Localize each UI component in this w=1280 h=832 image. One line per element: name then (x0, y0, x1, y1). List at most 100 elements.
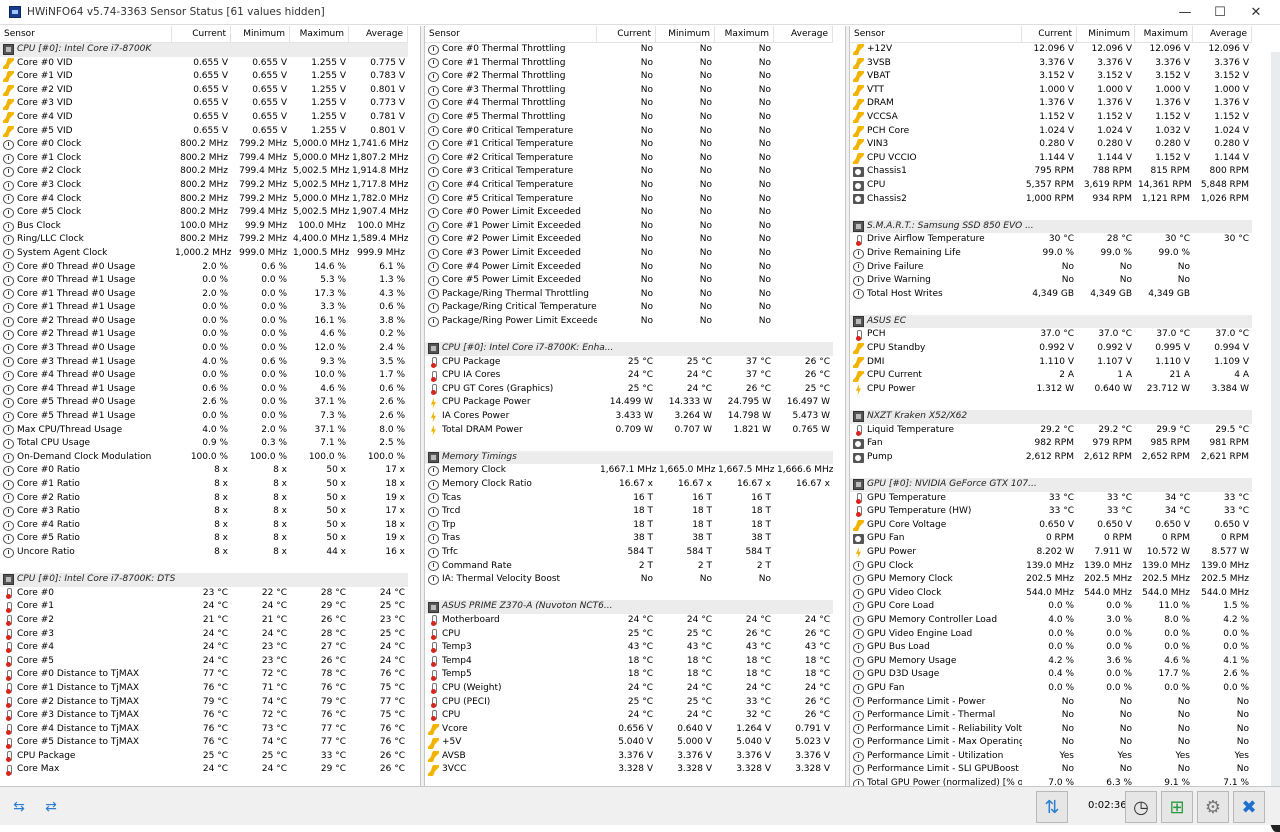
sensor-row[interactable]: Core #5 Distance to TjMAX 76 °C 74 °C 77 °C… (0, 736, 408, 750)
sensor-row[interactable]: Core #1 VID 0.655 V 0.655 V 1.255 V 0.783 V (0, 70, 408, 84)
sensor-row[interactable]: 3VSB 3.376 V 3.376 V 3.376 V 3.376 V (850, 57, 1252, 71)
sensor-row[interactable]: Performance Limit - Power No No No No (850, 696, 1252, 710)
sensor-row[interactable]: DMI 1.110 V 1.107 V 1.110 V 1.109 V (850, 356, 1252, 370)
sensor-row[interactable]: DRAM 1.376 V 1.376 V 1.376 V 1.376 V (850, 97, 1252, 111)
sensor-row[interactable]: Core #0 Ratio 8 x 8 x 50 x 17 x (0, 464, 408, 478)
sensor-row[interactable]: Uncore Ratio 8 x 8 x 44 x 16 x (0, 546, 408, 560)
sensor-row[interactable]: Core #4 Thermal Throttling No No No (425, 97, 833, 111)
sensor-row[interactable]: GPU Memory Clock 202.5 MHz 202.5 MHz 202.5 … (850, 573, 1252, 587)
sensor-row[interactable]: Core #2 Clock 800.2 MHz 799.4 MHz 5,002.5 M… (0, 165, 408, 179)
column-header-maximum[interactable]: Maximum (715, 26, 774, 43)
sensor-row[interactable]: VBAT 3.152 V 3.152 V 3.152 V 3.152 V (850, 70, 1252, 84)
sensor-row[interactable]: CPU Package 25 °C 25 °C 33 °C 26 °C (0, 750, 408, 764)
sensor-row[interactable]: Performance Limit - Utilization Yes Yes Yes… (850, 750, 1252, 764)
sensor-row[interactable]: GPU Fan 0.0 % 0.0 % 0.0 % 0.0 % (850, 682, 1252, 696)
sensor-row[interactable]: Core #4 Distance to TjMAX 76 °C 73 °C 77 °C… (0, 723, 408, 737)
sensor-row[interactable]: Package/Ring Thermal Throttling No No No (425, 288, 833, 302)
sensor-row[interactable]: Core #2 Thread #0 Usage 0.0 % 0.0 % 16.1 % 3… (0, 315, 408, 329)
sensor-row[interactable]: Core #0 Power Limit Exceeded No No No (425, 206, 833, 220)
sensor-row[interactable]: Core #2 Power Limit Exceeded No No No (425, 233, 833, 247)
sensor-row[interactable]: Core #3 Thread #0 Usage 0.0 % 0.0 % 12.0 % 2… (0, 342, 408, 356)
close-icon[interactable]: ✖ (1233, 791, 1265, 823)
sensor-row[interactable]: Core #1 24 °C 24 °C 29 °C 25 °C (0, 600, 408, 614)
sensor-row[interactable]: Trcd 18 T 18 T 18 T (425, 505, 833, 519)
sensor-row[interactable]: Core #2 Thermal Throttling No No No (425, 70, 833, 84)
sensor-row[interactable]: GPU Memory Controller Load 4.0 % 3.0 % 8.0 … (850, 614, 1252, 628)
sensor-row[interactable]: GPU Core Voltage 0.650 V 0.650 V 0.650 V 0.6… (850, 519, 1252, 533)
sensor-row[interactable]: Core #2 VID 0.655 V 0.655 V 1.255 V 0.801 V (0, 84, 408, 98)
sensor-row[interactable]: Core #5 Power Limit Exceeded No No No (425, 274, 833, 288)
sensor-group-header[interactable]: ASUS EC (850, 314, 1252, 329)
report-icon[interactable]: ⊞ (1161, 791, 1193, 823)
sensor-row[interactable]: Temp3 43 °C 43 °C 43 °C 43 °C (425, 641, 833, 655)
sensor-row[interactable]: Drive Warning No No No (850, 274, 1252, 288)
sensor-row[interactable]: GPU Memory Usage 4.2 % 3.6 % 4.6 % 4.1 % (850, 655, 1252, 669)
sensor-row[interactable]: GPU Fan 0 RPM 0 RPM 0 RPM 0 RPM (850, 532, 1252, 546)
column-header-maximum[interactable]: Maximum (290, 26, 349, 43)
sensor-row[interactable]: CPU IA Cores 24 °C 24 °C 37 °C 26 °C (425, 369, 833, 383)
sensor-row[interactable]: Core #1 Thermal Throttling No No No (425, 57, 833, 71)
sensor-row[interactable]: CPU VCCIO 1.144 V 1.144 V 1.152 V 1.144 V (850, 152, 1252, 166)
column-header-sensor[interactable]: Sensor (0, 26, 172, 43)
sensor-row[interactable]: Drive Airflow Temperature 30 °C 28 °C 30 °C… (850, 233, 1252, 247)
sensor-row[interactable]: Core #5 Thread #0 Usage 2.6 % 0.0 % 37.1 % 2… (0, 396, 408, 410)
sensor-row[interactable]: CPU (PECI) 25 °C 25 °C 33 °C 26 °C (425, 696, 833, 710)
sensor-pane-2[interactable]: Sensor Current Minimum Maximum Average Core #… (425, 26, 845, 786)
sensor-row[interactable]: Fan 982 RPM 979 RPM 985 RPM 981 RPM (850, 437, 1252, 451)
sensor-row[interactable]: Core #2 Thread #1 Usage 0.0 % 0.0 % 4.6 % 0.… (0, 328, 408, 342)
sensor-row[interactable]: Core #0 Critical Temperature No No No (425, 125, 833, 139)
sensor-row[interactable]: System Agent Clock 1,000.2 MHz 999.0 MHz 1,… (0, 247, 408, 261)
sensor-row[interactable]: Core #5 VID 0.655 V 0.655 V 1.255 V 0.801 V (0, 125, 408, 139)
sensor-row[interactable]: VTT 1.000 V 1.000 V 1.000 V 1.000 V (850, 84, 1252, 98)
column-header-current[interactable]: Current (597, 26, 656, 43)
sensor-row[interactable]: GPU Temperature (HW) 33 °C 33 °C 34 °C 33 °C (850, 505, 1252, 519)
sensor-row[interactable]: Performance Limit - SLI GPUBoost Sync No N… (850, 763, 1252, 777)
sensor-row[interactable]: CPU Current 2 A 1 A 21 A 4 A (850, 369, 1252, 383)
sensor-group-header[interactable]: ASUS PRIME Z370-A (Nuvoton NCT6... (425, 600, 833, 614)
sensor-row[interactable]: Core #5 Thread #1 Usage 0.0 % 0.0 % 7.3 % 2.… (0, 410, 408, 424)
sensor-group-header[interactable]: CPU [#0]: Intel Core i7-8700K: DTS (0, 573, 408, 587)
sensor-row[interactable]: CPU (Weight) 24 °C 24 °C 24 °C 24 °C (425, 682, 833, 696)
sensor-row[interactable]: Core #0 Thread #1 Usage 0.0 % 0.0 % 5.3 % 1.… (0, 274, 408, 288)
sensor-row[interactable]: CPU GT Cores (Graphics) 25 °C 24 °C 26 °C 25… (425, 383, 833, 397)
sensor-row[interactable]: Trfc 584 T 584 T 584 T (425, 546, 833, 560)
sensor-row[interactable]: Memory Clock 1,667.1 MHz 1,665.0 MHz 1,667.… (425, 464, 833, 478)
sensor-row[interactable]: CPU 24 °C 24 °C 32 °C 26 °C (425, 709, 833, 723)
sensor-group-header[interactable]: NXZT Kraken X52/X62 (850, 410, 1252, 424)
sensor-row[interactable]: Core #1 Ratio 8 x 8 x 50 x 18 x (0, 478, 408, 492)
sensor-row[interactable]: IA: Thermal Velocity Boost No No No (425, 573, 833, 587)
column-header-minimum[interactable]: Minimum (656, 26, 715, 43)
sensor-row[interactable]: Core #5 Critical Temperature No No No (425, 193, 833, 207)
sensor-row[interactable]: Core #1 Distance to TjMAX 76 °C 71 °C 76 °C… (0, 682, 408, 696)
settings-icon[interactable]: ⚙ (1197, 791, 1229, 823)
sensor-row[interactable]: Drive Failure No No No (850, 261, 1252, 275)
sensor-row[interactable]: Tras 38 T 38 T 38 T (425, 532, 833, 546)
sensor-row[interactable]: Total DRAM Power 0.709 W 0.707 W 1.821 W 0.7… (425, 424, 833, 438)
sensor-row[interactable]: Trp 18 T 18 T 18 T (425, 519, 833, 533)
sensor-row[interactable]: Core #1 Thread #0 Usage 2.0 % 0.0 % 17.3 % 4… (0, 288, 408, 302)
sensor-row[interactable]: GPU Video Engine Load 0.0 % 0.0 % 0.0 % 0.0 … (850, 628, 1252, 642)
sensor-row[interactable]: Motherboard 24 °C 24 °C 24 °C 24 °C (425, 614, 833, 628)
sensor-row[interactable]: Vcore 0.656 V 0.640 V 1.264 V 0.791 V (425, 723, 833, 737)
sensor-row[interactable]: Performance Limit - Thermal No No No No (850, 709, 1252, 723)
sensor-pane-3[interactable]: Sensor Current Minimum Maximum Average +12V 12… (850, 26, 1271, 786)
sensor-row[interactable]: CPU Package Power 14.499 W 14.333 W 24.795 … (425, 396, 833, 410)
sensor-row[interactable]: Core #4 Thread #0 Usage 0.0 % 0.0 % 10.0 % 1… (0, 369, 408, 383)
column-header-maximum[interactable]: Maximum (1135, 26, 1193, 43)
sensor-row[interactable]: Core #1 Power Limit Exceeded No No No (425, 220, 833, 234)
sensor-row[interactable]: GPU Temperature 33 °C 33 °C 34 °C 33 °C (850, 492, 1252, 506)
sensor-row[interactable]: Core #4 Critical Temperature No No No (425, 179, 833, 193)
sensor-row[interactable]: Core #3 VID 0.655 V 0.655 V 1.255 V 0.773 V (0, 97, 408, 111)
nav-left-button[interactable]: ⇆ (4, 796, 34, 818)
sensor-row[interactable]: GPU Core Load 0.0 % 0.0 % 11.0 % 1.5 % (850, 600, 1252, 614)
sensor-row[interactable]: Chassis1 795 RPM 788 RPM 815 RPM 800 RPM (850, 165, 1252, 179)
sensor-row[interactable]: Core #3 Distance to TjMAX 76 °C 72 °C 76 °C… (0, 709, 408, 723)
sensor-row[interactable]: Temp5 18 °C 18 °C 18 °C 18 °C (425, 668, 833, 682)
sensor-row[interactable]: Core Max 24 °C 24 °C 29 °C 26 °C (0, 763, 408, 777)
nav-right-button[interactable]: ⇄ (36, 796, 66, 818)
sensor-pane-1[interactable]: Sensor Current Minimum Maximum Average CPU [#… (0, 26, 420, 786)
sensor-row[interactable]: CPU Standby 0.992 V 0.992 V 0.995 V 0.994 V (850, 342, 1252, 356)
sensor-row[interactable]: Core #3 Ratio 8 x 8 x 50 x 17 x (0, 505, 408, 519)
sensor-group-header[interactable]: CPU [#0]: Intel Core i7-8700K (0, 43, 408, 57)
sensor-row[interactable]: +12V 12.096 V 12.096 V 12.096 V 12.096 V (850, 43, 1252, 57)
